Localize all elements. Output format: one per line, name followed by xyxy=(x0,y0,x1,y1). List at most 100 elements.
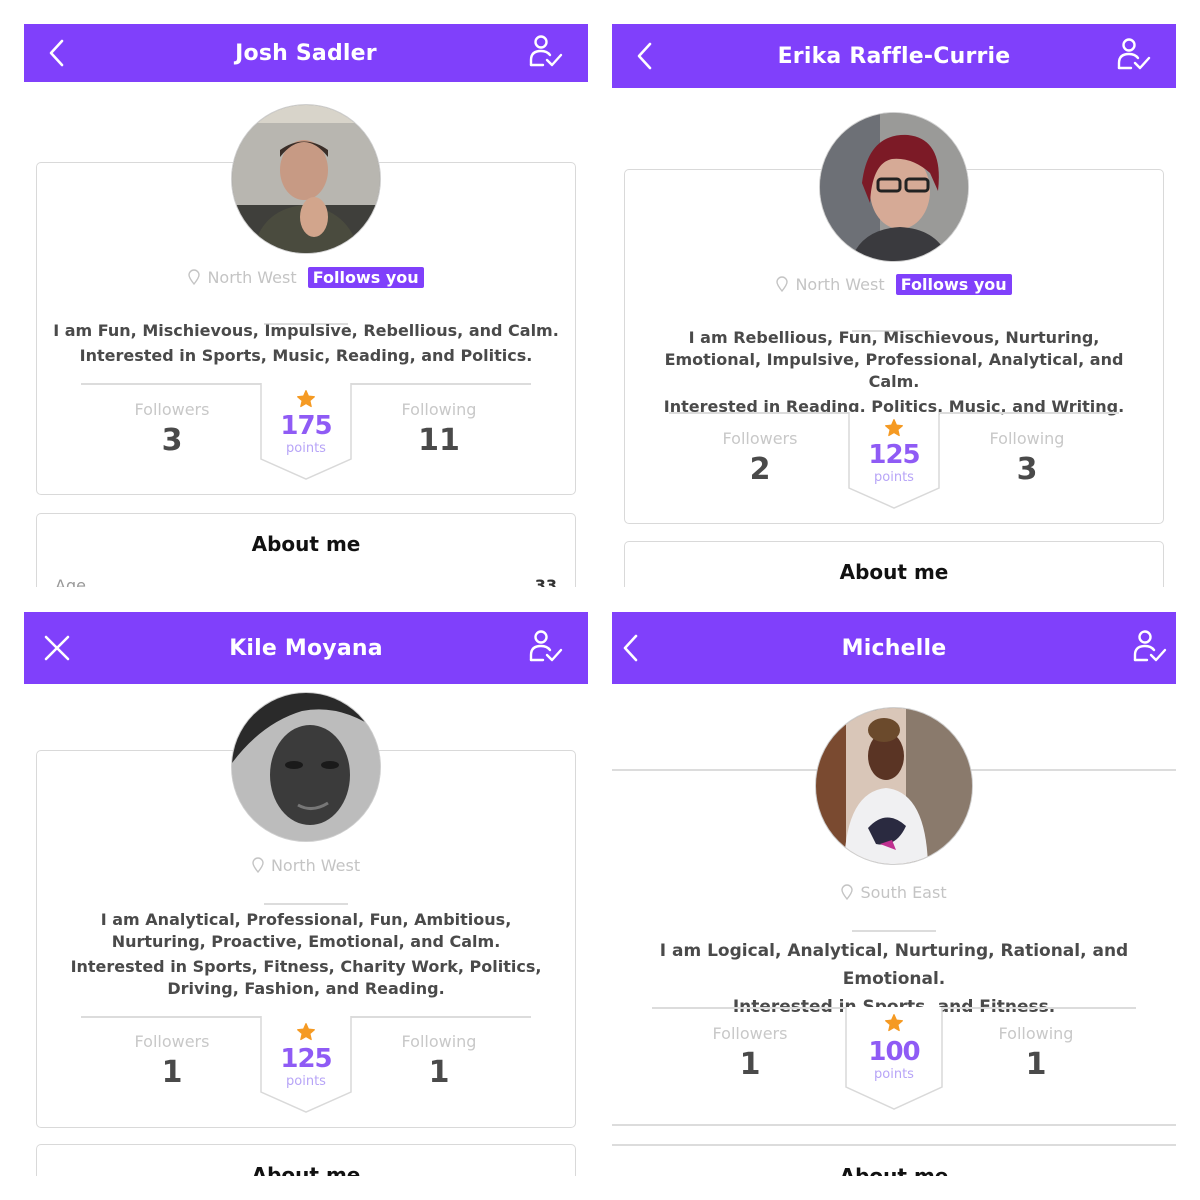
user-check-icon xyxy=(529,630,563,662)
about-me-title: About me xyxy=(251,532,361,556)
points-label: points xyxy=(874,1067,914,1082)
star-icon xyxy=(297,390,315,408)
bio-traits: I am Rebellious, Fun, Mischievous, Nurtu… xyxy=(664,328,1124,391)
following-label: Following xyxy=(401,400,477,419)
followers-stat[interactable]: Followers 3 xyxy=(102,400,242,458)
profile-screen-erika-raffle-currie: Erika Raffle-Currie North West Follows y… xyxy=(612,20,1176,587)
location-row: North West Follows you xyxy=(612,274,1176,295)
points-badge: 125 points xyxy=(260,1016,352,1113)
following-count: 1 xyxy=(428,1055,450,1090)
back-button[interactable] xyxy=(42,38,72,68)
back-button[interactable] xyxy=(616,633,646,663)
bio-interests: Interested in Sports, Fitness, Charity W… xyxy=(70,957,542,998)
star-icon xyxy=(297,1023,315,1041)
location-text: South East xyxy=(860,883,947,902)
following-stat[interactable]: Following 3 xyxy=(957,429,1097,487)
following-label: Following xyxy=(401,1032,477,1051)
follows-you-badge: Follows you xyxy=(895,274,1012,295)
follow-status-button[interactable] xyxy=(526,33,566,73)
followers-stat[interactable]: Followers 1 xyxy=(680,1024,820,1082)
points-value: 100 xyxy=(868,1037,920,1067)
avatar xyxy=(815,707,973,865)
follows-you-badge: Follows you xyxy=(307,267,424,288)
points-label: points xyxy=(874,470,914,485)
followers-count: 1 xyxy=(739,1047,761,1082)
close-icon xyxy=(44,635,70,661)
user-check-icon xyxy=(1117,38,1151,70)
app-bar: Kile Moyana xyxy=(24,612,588,684)
location-text: North West xyxy=(795,275,885,294)
profile-name-title: Kile Moyana xyxy=(229,635,383,661)
following-count: 1 xyxy=(1025,1047,1047,1082)
user-check-icon xyxy=(1133,630,1167,662)
following-label: Following xyxy=(998,1024,1074,1043)
avatar xyxy=(231,104,381,254)
chevron-left-icon xyxy=(623,634,638,662)
points-value: 175 xyxy=(280,411,332,441)
close-button[interactable] xyxy=(42,633,72,663)
age-row: Age 33 xyxy=(55,576,557,587)
card-bottom-border xyxy=(612,1124,1176,1126)
bio-traits: I am Logical, Analytical, Nurturing, Rat… xyxy=(659,941,1129,989)
bio-interests: Interested in Sports, Music, Reading, an… xyxy=(79,346,533,365)
follow-status-button[interactable] xyxy=(1130,628,1170,668)
about-me-card: About me xyxy=(36,1144,576,1176)
map-pin-icon xyxy=(188,269,201,285)
about-me-card: About me xyxy=(624,541,1164,587)
following-count: 11 xyxy=(418,423,460,458)
avatar xyxy=(231,692,381,842)
profile-screen-kile-moyana: Kile Moyana North West I am Analytical, … xyxy=(24,612,588,1176)
followers-stat[interactable]: Followers 2 xyxy=(690,429,830,487)
app-bar: Erika Raffle-Currie xyxy=(612,24,1176,88)
points-label: points xyxy=(286,1074,326,1089)
about-card-top-border xyxy=(612,1144,1176,1146)
following-count: 3 xyxy=(1016,452,1038,487)
follow-status-button[interactable] xyxy=(526,628,566,668)
points-label: points xyxy=(286,441,326,456)
following-label: Following xyxy=(989,429,1065,448)
followers-count: 1 xyxy=(161,1055,183,1090)
divider xyxy=(852,930,936,932)
location-row: North West xyxy=(24,856,588,875)
followers-label: Followers xyxy=(134,400,210,419)
followers-label: Followers xyxy=(134,1032,210,1051)
bio: I am Analytical, Professional, Fun, Ambi… xyxy=(52,909,560,1000)
followers-label: Followers xyxy=(722,429,798,448)
location-text: North West xyxy=(270,856,361,875)
star-icon xyxy=(885,419,903,437)
following-stat[interactable]: Following 1 xyxy=(369,1032,509,1090)
app-bar: Michelle xyxy=(612,612,1176,684)
about-me-title: About me xyxy=(839,1164,949,1176)
following-stat[interactable]: Following 11 xyxy=(369,400,509,458)
points-value: 125 xyxy=(868,440,920,470)
age-label: Age xyxy=(55,576,86,587)
followers-stat[interactable]: Followers 1 xyxy=(102,1032,242,1090)
bio-traits: I am Fun, Mischievous, Impulsive, Rebell… xyxy=(53,321,559,340)
back-button[interactable] xyxy=(630,41,660,71)
map-pin-icon xyxy=(841,884,854,900)
following-stat[interactable]: Following 1 xyxy=(966,1024,1106,1082)
profile-name-title: Josh Sadler xyxy=(235,40,377,66)
location-text: North West xyxy=(207,268,297,287)
followers-count: 3 xyxy=(161,423,183,458)
divider xyxy=(264,903,348,905)
map-pin-icon xyxy=(776,276,789,292)
location-row: North West Follows you xyxy=(24,267,588,288)
follow-status-button[interactable] xyxy=(1114,36,1154,76)
bio-traits: I am Analytical, Professional, Fun, Ambi… xyxy=(100,910,512,951)
user-check-icon xyxy=(529,35,563,67)
profile-name-title: Michelle xyxy=(841,635,947,661)
profile-screen-josh-sadler: Josh Sadler North West Follows you I am … xyxy=(24,20,588,587)
about-me-title: About me xyxy=(251,1163,361,1176)
location-row: South East xyxy=(612,883,1176,902)
app-bar: Josh Sadler xyxy=(24,24,588,82)
points-badge: 175 points xyxy=(260,383,352,480)
chevron-left-icon xyxy=(637,42,652,70)
profile-name-title: Erika Raffle-Currie xyxy=(777,43,1011,69)
points-value: 125 xyxy=(280,1044,332,1074)
avatar xyxy=(819,112,969,262)
followers-count: 2 xyxy=(749,452,771,487)
bio: I am Rebellious, Fun, Mischievous, Nurtu… xyxy=(646,327,1142,418)
followers-label: Followers xyxy=(712,1024,788,1043)
profile-screen-michelle: Michelle South East I am Logical, Analyt… xyxy=(612,612,1176,1176)
